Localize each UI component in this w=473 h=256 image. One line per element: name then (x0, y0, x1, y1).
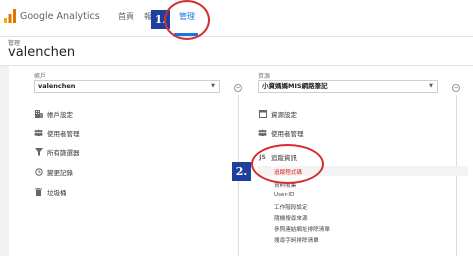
property-user-management-item[interactable]: 使用者管理 (258, 127, 304, 139)
menu-label: 資源設定 (271, 111, 297, 119)
property-label: 資源 (258, 73, 271, 80)
analytics-logo-icon (4, 9, 16, 23)
account-user-management-item[interactable]: 使用者管理 (34, 127, 80, 139)
account-change-history-item[interactable]: 變更記錄 (34, 166, 73, 178)
account-select-value: valenchen (38, 82, 76, 90)
property-select[interactable]: 小資媽媽MIS網路筆記 ▼ (258, 80, 438, 93)
top-bar: Google Analytics 首頁 報表 管理 (0, 0, 473, 37)
menu-label: 所有篩選器 (47, 149, 80, 157)
step-badge-2: 2. (232, 162, 251, 181)
logo[interactable]: Google Analytics (4, 8, 100, 24)
menu-label: 垃圾桶 (47, 189, 67, 197)
divider (0, 65, 473, 66)
account-settings-item[interactable]: 帳戶設定 (34, 108, 73, 120)
account-trash-item[interactable]: 垃圾桶 (34, 186, 67, 198)
account-label: 帳戶 (34, 73, 47, 80)
sub-item-referral-exclusion[interactable]: 參照連結網址排除清單 (274, 225, 330, 233)
account-filters-item[interactable]: 所有篩選器 (34, 146, 80, 158)
window-icon (258, 110, 267, 119)
menu-label: 使用者管理 (271, 130, 304, 138)
sub-item-search-term-exclusion[interactable]: 搜尋字詞排除清單 (274, 236, 319, 244)
chevron-down-icon: ▼ (429, 83, 433, 89)
nav-home[interactable]: 首頁 (118, 11, 134, 22)
account-select[interactable]: valenchen ▼ (34, 80, 220, 93)
property-select-value: 小資媽媽MIS網路筆記 (262, 82, 328, 90)
history-icon (34, 168, 43, 177)
menu-label: 變更記錄 (47, 169, 73, 177)
filter-icon (34, 148, 43, 157)
highlight-ring-admin (164, 0, 210, 40)
app-title: Google Analytics (20, 10, 100, 22)
property-settings-item[interactable]: 資源設定 (258, 108, 297, 120)
trash-icon (34, 188, 43, 197)
people-icon (34, 129, 43, 138)
menu-label: 帳戶設定 (47, 111, 73, 119)
sub-item-user-id[interactable]: User-ID (274, 192, 294, 198)
highlight-ring-tracking (251, 144, 324, 184)
collapse-property-button[interactable]: − (452, 84, 460, 92)
building-icon (34, 110, 43, 119)
people-icon (258, 129, 267, 138)
chevron-down-icon: ▼ (211, 83, 215, 89)
menu-label: 使用者管理 (47, 130, 80, 138)
sub-item-organic-sources[interactable]: 隨機搜尋來源 (274, 214, 308, 222)
collapse-account-button[interactable]: − (234, 84, 242, 92)
side-gutter (0, 66, 9, 256)
sub-item-session-settings[interactable]: 工作階段設定 (274, 203, 308, 211)
page-title: valenchen (8, 45, 76, 60)
